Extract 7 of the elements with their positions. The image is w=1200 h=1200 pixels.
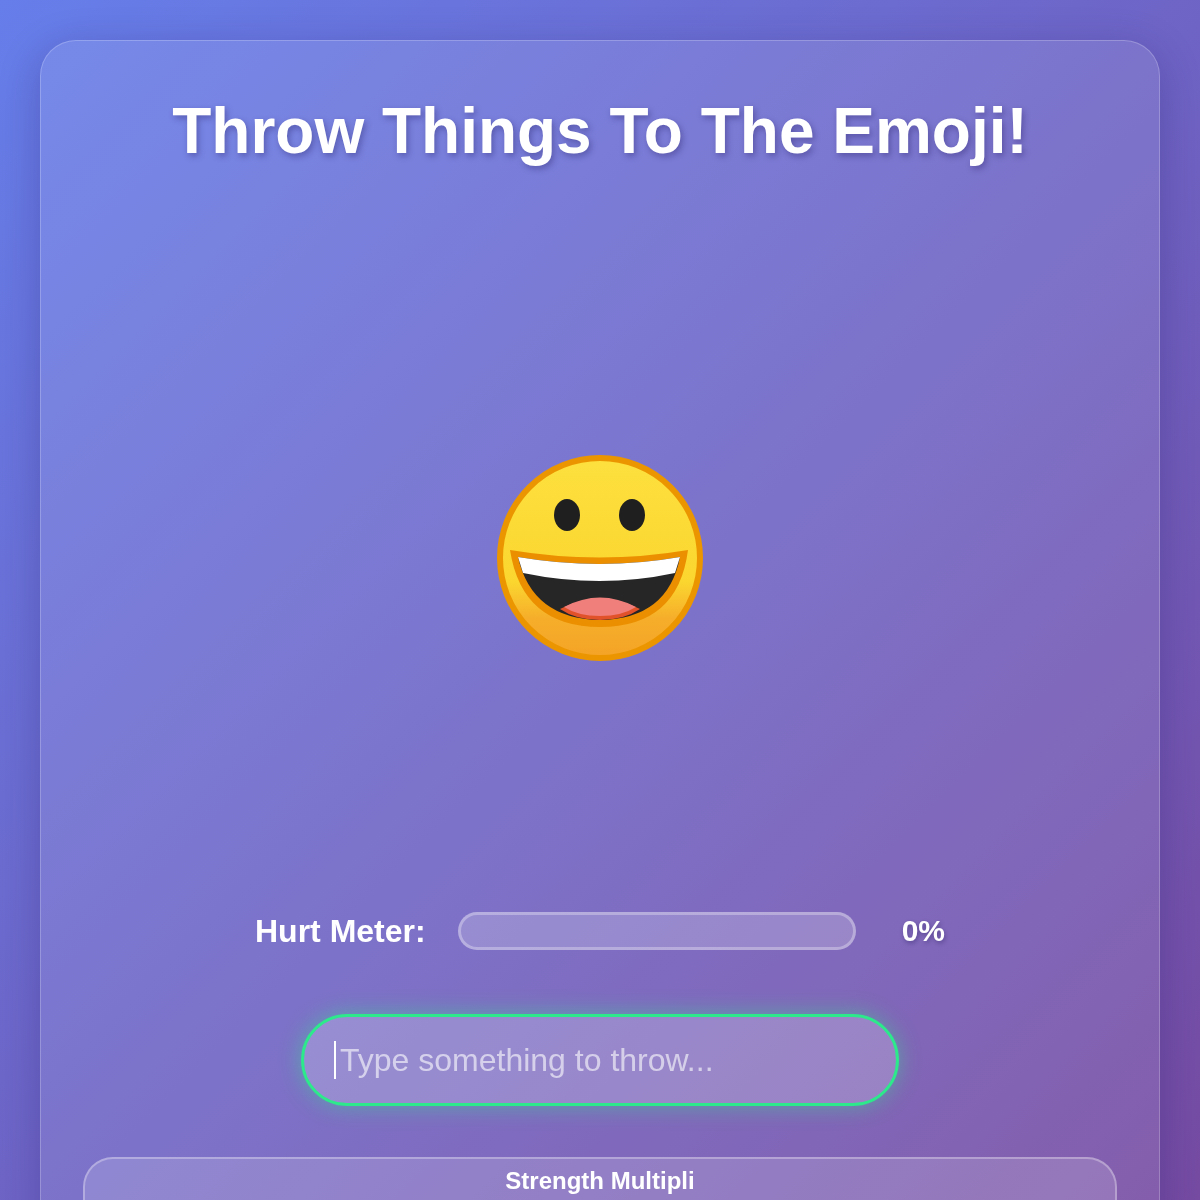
grinning-face-icon xyxy=(494,455,706,661)
text-cursor xyxy=(334,1041,336,1079)
hurt-meter-label: Hurt Meter: xyxy=(255,912,426,950)
throw-input-field[interactable]: Type something to throw... xyxy=(301,1014,899,1106)
game-title: Throw Things To The Emoji! xyxy=(172,94,1028,169)
strength-multiplier-label: Strength Multipli xyxy=(505,1167,695,1195)
hurt-meter-reading: 0% xyxy=(901,914,945,948)
